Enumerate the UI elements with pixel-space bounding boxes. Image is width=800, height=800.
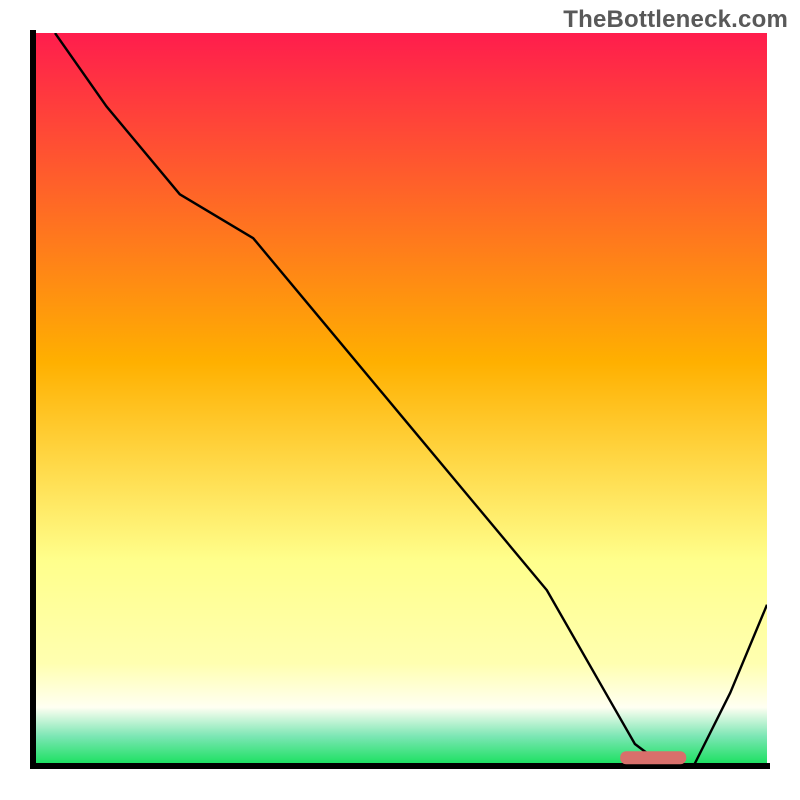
optimal-range-marker: [620, 751, 686, 764]
chart-stage: TheBottleneck.com: [0, 0, 800, 800]
bottleneck-chart: [0, 0, 800, 800]
watermark-text: TheBottleneck.com: [563, 6, 788, 34]
plot-background: [33, 33, 767, 766]
